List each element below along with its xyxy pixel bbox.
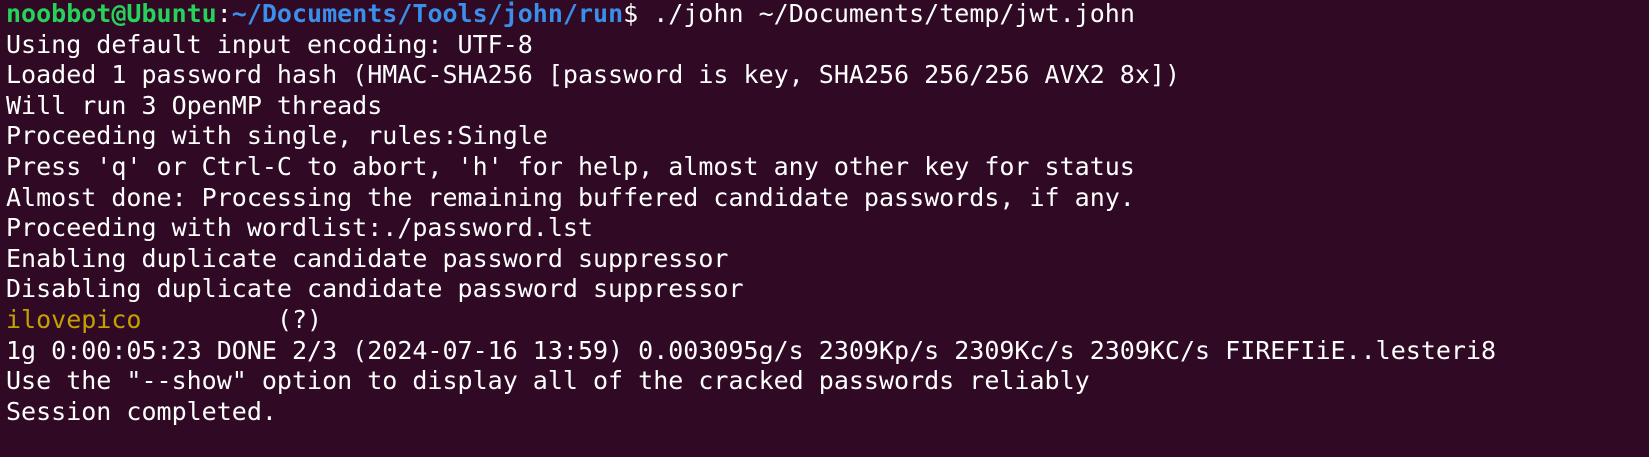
output-line-wordlist: Proceeding with wordlist:./password.lst (6, 213, 593, 243)
output-line-abort-help: Press 'q' or Ctrl-C to abort, 'h' for he… (6, 151, 1135, 181)
prompt-user-host: noobbot@Ubuntu (6, 0, 217, 28)
output-line-show-hint: Use the "--show" option to display all o… (6, 366, 1090, 396)
cracked-label: (?) (276, 304, 323, 334)
cracked-gap (141, 305, 276, 334)
prompt-cwd: ~/Documents/Tools/john/run (231, 0, 624, 28)
output-line-status: 1g 0:00:05:23 DONE 2/3 (2024-07-16 13:59… (6, 335, 1497, 365)
output-line-session-completed: Session completed. (6, 396, 277, 426)
output-line-loaded: Loaded 1 password hash (HMAC-SHA256 [pas… (6, 60, 1180, 90)
cracked-result-line: ilovepico (?) (6, 305, 1649, 336)
prompt-symbol: $ (623, 0, 639, 28)
output-line-almost-done: Almost done: Processing the remaining bu… (6, 182, 1135, 212)
prompt-line: noobbot@Ubuntu:~/Documents/Tools/john/ru… (6, 0, 1649, 30)
cracked-password: ilovepico (6, 304, 142, 334)
output-line-disabling: Disabling duplicate candidate password s… (6, 274, 744, 304)
output-line-encoding: Using default input encoding: UTF-8 (6, 29, 533, 59)
output-line-enabling: Enabling duplicate candidate password su… (6, 243, 729, 273)
output-line-single: Proceeding with single, rules:Single (6, 121, 548, 151)
terminal-window[interactable]: noobbot@Ubuntu:~/Documents/Tools/john/ru… (0, 0, 1649, 457)
output-line-threads: Will run 3 OpenMP threads (6, 90, 383, 120)
prompt-command: ./john ~/Documents/temp/jwt.john (638, 0, 1135, 28)
prompt-separator: : (216, 0, 232, 28)
